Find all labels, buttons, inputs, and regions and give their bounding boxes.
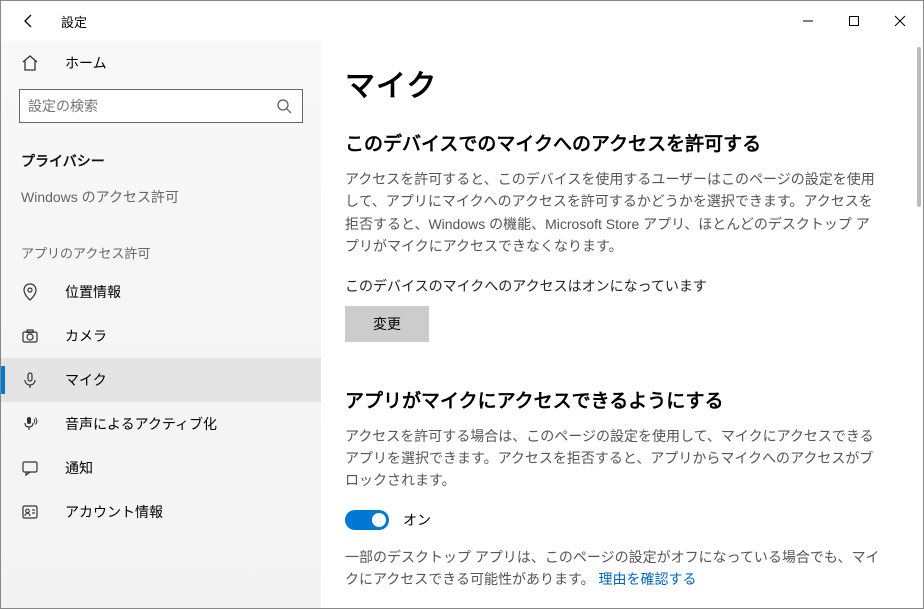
sidebar-item-account-info[interactable]: アカウント情報 bbox=[1, 490, 321, 534]
page-title: マイク bbox=[345, 61, 883, 105]
section2-body: アクセスを許可する場合は、このページの設定を使用して、マイクにアクセスできるアプ… bbox=[345, 425, 883, 492]
scrollbar[interactable] bbox=[917, 47, 921, 207]
mic-apps-toggle[interactable] bbox=[345, 510, 389, 530]
toggle-label: オン bbox=[403, 510, 431, 530]
section1-title: このデバイスでのマイクへのアクセスを許可する bbox=[345, 129, 883, 156]
back-button[interactable] bbox=[9, 1, 49, 41]
camera-icon bbox=[21, 327, 45, 345]
maximize-button[interactable] bbox=[831, 1, 877, 41]
window-controls bbox=[785, 1, 923, 41]
sidebar-group-label: アプリのアクセス許可 bbox=[1, 223, 321, 270]
voice-activation-icon bbox=[21, 415, 45, 433]
section2-title: アプリがマイクにアクセスできるようにする bbox=[345, 386, 883, 413]
sidebar-item-label: 位置情報 bbox=[65, 282, 121, 302]
home-icon bbox=[21, 54, 45, 72]
window-title: 設定 bbox=[61, 12, 87, 31]
notifications-icon bbox=[21, 459, 45, 477]
sidebar-item-label: アカウント情報 bbox=[65, 502, 163, 522]
section1-status: このデバイスのマイクへのアクセスはオンになっています bbox=[345, 276, 883, 296]
reason-link[interactable]: 理由を確認する bbox=[599, 571, 697, 587]
sidebar-item-label: マイク bbox=[65, 370, 107, 390]
search-input[interactable] bbox=[28, 98, 276, 114]
location-icon bbox=[21, 283, 45, 301]
content-area: マイク このデバイスでのマイクへのアクセスを許可する アクセスを許可すると、この… bbox=[321, 41, 923, 608]
sidebar-item-notifications[interactable]: 通知 bbox=[1, 446, 321, 490]
close-button[interactable] bbox=[877, 1, 923, 41]
sidebar-item-camera[interactable]: カメラ bbox=[1, 314, 321, 358]
sidebar-item-label: 音声によるアクティブ化 bbox=[65, 414, 217, 434]
sidebar-item-location[interactable]: 位置情報 bbox=[1, 270, 321, 314]
mic-apps-toggle-row: オン bbox=[345, 510, 883, 530]
section1-body: アクセスを許可すると、このデバイスを使用するユーザーはこのページの設定を使用して… bbox=[345, 168, 883, 258]
account-info-icon bbox=[21, 503, 45, 521]
sidebar-item-microphone[interactable]: マイク bbox=[1, 358, 321, 402]
sidebar-item-voice-activation[interactable]: 音声によるアクティブ化 bbox=[1, 402, 321, 446]
change-button[interactable]: 変更 bbox=[345, 306, 429, 342]
search-box[interactable] bbox=[19, 89, 303, 123]
sidebar-section-label: プライバシー bbox=[1, 141, 321, 183]
home-label: ホーム bbox=[65, 53, 107, 73]
sidebar-item-label: 通知 bbox=[65, 458, 93, 478]
section2-note: 一部のデスクトップ アプリは、このページの設定がオフになっている場合でも、マイク… bbox=[345, 546, 883, 591]
minimize-button[interactable] bbox=[785, 1, 831, 41]
sidebar: ホーム プライバシー Windows のアクセス許可 アプリのアクセス許可 位置… bbox=[1, 41, 321, 608]
microphone-icon bbox=[21, 371, 45, 389]
titlebar: 設定 bbox=[1, 1, 923, 41]
sidebar-sub-label[interactable]: Windows のアクセス許可 bbox=[1, 183, 321, 223]
search-icon bbox=[276, 98, 294, 114]
home-nav[interactable]: ホーム bbox=[1, 41, 321, 85]
sidebar-item-label: カメラ bbox=[65, 326, 107, 346]
